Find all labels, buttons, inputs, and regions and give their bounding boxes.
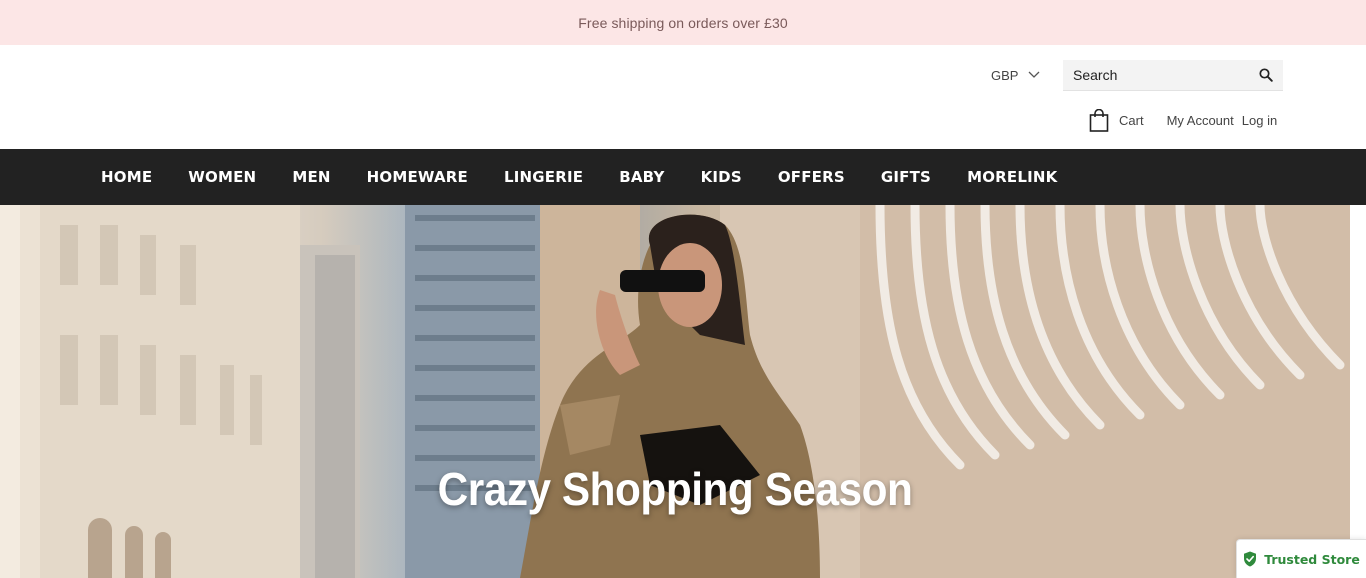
page-scrollbar[interactable] [1350,205,1366,578]
search-icon[interactable] [1259,68,1273,82]
nav-item-offers[interactable]: OFFERS [778,168,845,186]
cart-link[interactable]: Cart [1089,108,1144,132]
nav-item-lingerie[interactable]: LINGERIE [504,168,583,186]
trusted-store-label: Trusted Store [1264,551,1360,567]
my-account-link[interactable]: My Account [1167,113,1234,128]
trusted-store-badge[interactable]: Trusted Store [1236,539,1366,578]
nav-item-gifts[interactable]: GIFTS [881,168,931,186]
announcement-text: Free shipping on orders over £30 [578,14,788,31]
account-links: Cart My Account Log in [1089,108,1277,132]
hero-image [0,205,1350,578]
site-header: GBP Cart My Account Log in [0,45,1366,149]
main-nav: HOME WOMEN MEN HOMEWARE LINGERIE BABY KI… [0,149,1366,205]
announcement-bar: Free shipping on orders over £30 [0,0,1366,45]
nav-item-women[interactable]: WOMEN [188,168,256,186]
nav-item-men[interactable]: MEN [292,168,330,186]
shopping-bag-icon [1089,108,1109,132]
chevron-down-icon [1029,71,1040,78]
login-link[interactable]: Log in [1242,113,1277,128]
nav-item-baby[interactable]: BABY [619,168,664,186]
shield-check-icon [1244,551,1257,567]
cart-label: Cart [1119,112,1144,128]
nav-item-morelink[interactable]: MORELINK [967,168,1057,186]
currency-selector[interactable]: GBP [991,67,1040,83]
hero-title: Crazy Shopping Season [437,463,913,515]
currency-value: GBP [991,67,1019,83]
search-input[interactable] [1063,60,1243,90]
nav-item-kids[interactable]: KIDS [701,168,742,186]
search-box [1063,60,1283,91]
nav-item-home[interactable]: HOME [101,168,152,186]
hero-banner[interactable]: Crazy Shopping Season [0,205,1350,578]
nav-item-homeware[interactable]: HOMEWARE [367,168,468,186]
